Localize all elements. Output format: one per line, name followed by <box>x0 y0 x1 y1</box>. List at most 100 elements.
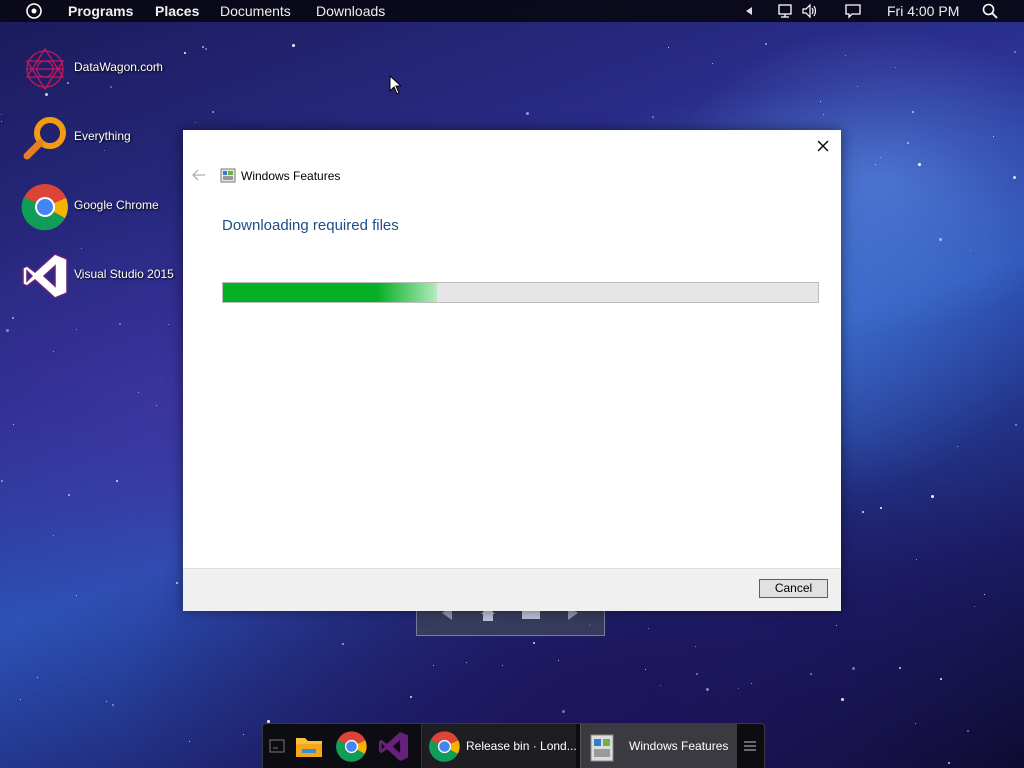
desktop-icon-label: Google Chrome <box>74 198 159 212</box>
menu-downloads[interactable]: Downloads <box>316 3 385 19</box>
file-explorer-icon[interactable] <box>294 732 324 760</box>
clock[interactable]: Fri 4:00 PM <box>887 3 959 19</box>
star <box>948 762 950 764</box>
star <box>918 163 921 166</box>
star <box>974 606 975 607</box>
star <box>202 46 204 48</box>
download-progress-bar <box>222 282 819 303</box>
action-center-icon[interactable] <box>844 2 862 20</box>
star <box>1013 176 1016 179</box>
star <box>76 595 77 596</box>
cancel-button[interactable]: Cancel <box>759 579 828 598</box>
star <box>712 63 713 64</box>
star <box>562 710 565 713</box>
star <box>342 643 344 645</box>
star <box>984 594 985 595</box>
everything-search-icon <box>23 117 66 160</box>
star <box>410 696 412 698</box>
dialog-title: Windows Features <box>241 169 341 183</box>
star <box>502 665 503 666</box>
star <box>558 660 559 661</box>
star <box>648 628 649 629</box>
status-heading: Downloading required files <box>222 217 399 234</box>
taskbar-window-label: Windows Features <box>629 739 729 753</box>
chrome-icon <box>21 184 68 231</box>
star <box>765 43 767 45</box>
desktop-icon-datawagon[interactable]: DataWagon.com <box>20 44 200 94</box>
search-icon[interactable] <box>981 2 999 20</box>
star <box>68 494 70 496</box>
star <box>915 723 916 724</box>
desktop-icon-label: Visual Studio 2015 <box>74 267 174 281</box>
visual-studio-taskbar-icon[interactable] <box>377 730 410 763</box>
star <box>810 673 812 675</box>
star <box>836 625 837 626</box>
star <box>939 238 942 241</box>
star <box>912 111 914 113</box>
windows-features-icon <box>220 168 236 183</box>
star <box>533 642 535 644</box>
start-orb-icon[interactable] <box>25 2 43 20</box>
menu-programs[interactable]: Programs <box>68 3 133 19</box>
star <box>916 559 917 560</box>
star <box>875 164 876 165</box>
star <box>668 47 669 48</box>
star <box>76 329 77 330</box>
desktop-icon-everything[interactable]: Everything <box>20 113 200 163</box>
menu-places[interactable]: Places <box>155 3 199 19</box>
dialog-footer: Cancel <box>183 568 841 611</box>
star <box>706 688 709 691</box>
star <box>176 582 178 584</box>
star <box>13 424 14 425</box>
star <box>119 323 121 325</box>
star <box>243 734 244 735</box>
star <box>20 699 21 700</box>
menu-documents[interactable]: Documents <box>220 3 291 19</box>
back-arrow-icon[interactable] <box>191 167 207 183</box>
star <box>205 48 207 50</box>
star <box>841 698 844 701</box>
close-icon[interactable] <box>813 136 833 156</box>
star <box>880 507 882 509</box>
star <box>993 136 994 137</box>
star <box>862 511 864 513</box>
star <box>466 662 467 663</box>
star <box>112 704 114 706</box>
mouse-cursor-icon <box>389 75 401 95</box>
datawagon-icon <box>25 47 65 91</box>
taskbar-menu-icon[interactable] <box>743 739 757 753</box>
star <box>907 142 909 144</box>
windows-features-dialog: Windows Features Downloading required fi… <box>183 130 841 611</box>
star <box>292 44 295 47</box>
desktop-icon-visual-studio[interactable]: Visual Studio 2015 <box>20 251 200 301</box>
visual-studio-icon <box>22 253 68 299</box>
taskbar-chrome-window[interactable]: Release bin · Lond... <box>421 724 577 768</box>
star <box>845 55 846 56</box>
star <box>880 157 881 158</box>
volume-icon[interactable] <box>801 2 819 20</box>
chrome-taskbar-icon[interactable] <box>335 730 368 763</box>
star <box>1 121 2 122</box>
star <box>53 535 54 536</box>
star <box>156 405 157 406</box>
desktop: Programs Places Documents Downloads Fri … <box>0 0 1024 768</box>
taskbar-windows-features-window[interactable]: Windows Features <box>580 724 737 768</box>
chrome-icon <box>429 731 460 762</box>
desktop-icon-chrome[interactable]: Google Chrome <box>20 182 200 232</box>
star <box>857 86 858 87</box>
star <box>738 688 739 689</box>
star <box>899 667 901 669</box>
star <box>81 248 82 249</box>
tray-expand-icon[interactable] <box>741 2 759 20</box>
star <box>645 669 646 670</box>
desktop-icon-label: Everything <box>74 129 131 143</box>
desktop-icon-label: DataWagon.com <box>74 60 163 74</box>
star <box>751 683 752 684</box>
progress-fill <box>223 283 438 302</box>
star <box>6 329 9 332</box>
network-icon[interactable] <box>776 2 794 20</box>
star <box>970 250 971 251</box>
show-desktop-icon[interactable] <box>269 738 285 754</box>
star <box>1015 424 1017 426</box>
star <box>37 677 38 678</box>
